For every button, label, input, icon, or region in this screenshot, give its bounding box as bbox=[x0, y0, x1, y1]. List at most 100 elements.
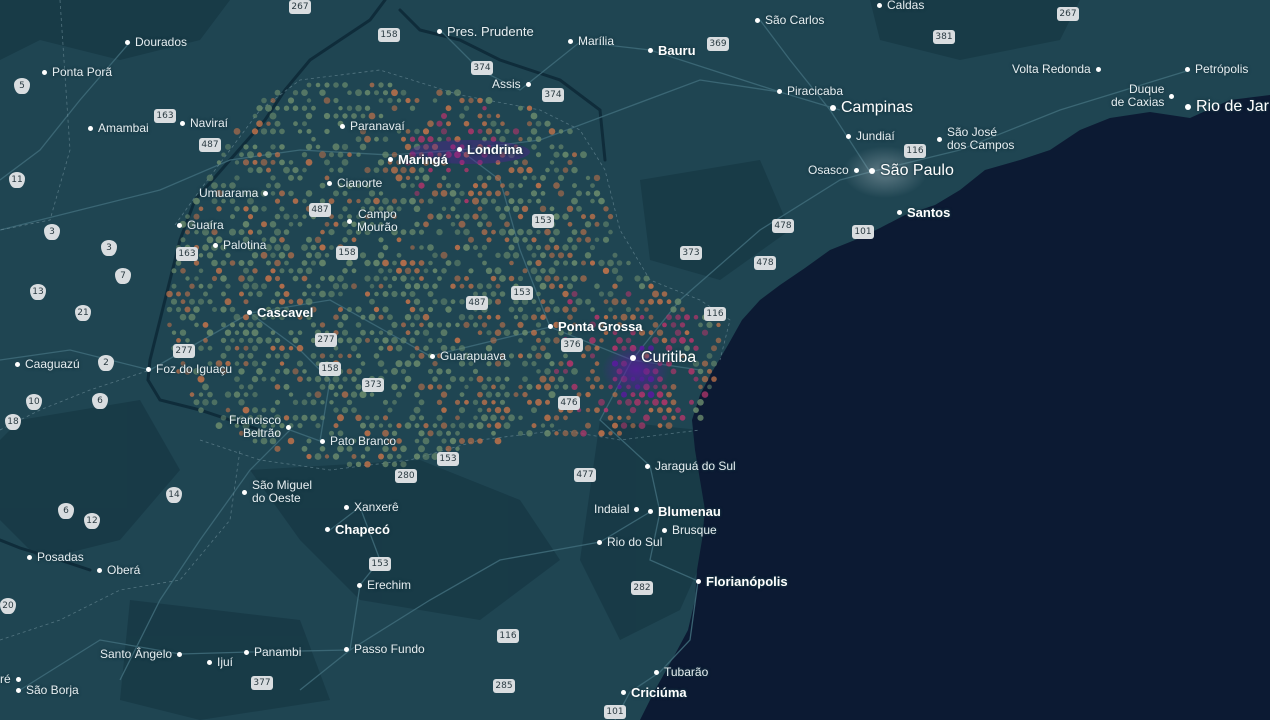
city-jundiai[interactable]: Jundiaí bbox=[846, 130, 895, 143]
state-highway-shield[interactable]: 12 bbox=[84, 513, 100, 529]
highway-shield[interactable]: 163 bbox=[154, 109, 176, 123]
city-obera[interactable]: Oberá bbox=[97, 564, 140, 577]
highway-shield[interactable]: 478 bbox=[772, 219, 794, 233]
highway-shield[interactable]: 282 bbox=[631, 581, 653, 595]
city-amambai[interactable]: Amambai bbox=[88, 122, 149, 135]
highway-shield[interactable]: 158 bbox=[319, 362, 341, 376]
city-bauru[interactable]: Bauru bbox=[648, 44, 696, 57]
state-highway-shield[interactable]: 3 bbox=[44, 224, 60, 240]
city-assis[interactable]: Assis bbox=[492, 78, 531, 91]
highway-shield[interactable]: 374 bbox=[471, 61, 493, 75]
highway-shield[interactable]: 267 bbox=[289, 0, 311, 14]
city-marilia[interactable]: Marília bbox=[568, 35, 614, 48]
highway-shield[interactable]: 158 bbox=[378, 28, 400, 42]
city-volta-redonda[interactable]: Volta Redonda bbox=[1012, 63, 1101, 76]
highway-shield[interactable]: 163 bbox=[176, 247, 198, 261]
state-highway-shield[interactable]: 21 bbox=[75, 305, 91, 321]
city-sao-miguel-do-oeste[interactable]: São Miguel do Oeste bbox=[242, 479, 312, 505]
city-caaguazu[interactable]: Caaguazú bbox=[15, 358, 80, 371]
city-umuarama[interactable]: Umuarama bbox=[199, 187, 269, 200]
city-sao-paulo[interactable]: São Paulo bbox=[869, 163, 954, 179]
highway-shield[interactable]: 374 bbox=[542, 88, 564, 102]
highway-shield[interactable]: 153 bbox=[532, 214, 554, 228]
city-osasco[interactable]: Osasco bbox=[808, 164, 859, 177]
city-duque-de-caxias[interactable]: Duque de Caxias bbox=[1111, 83, 1175, 109]
city-foz-do-iguacu[interactable]: Foz do Iguaçu bbox=[146, 363, 232, 376]
city-pato-branco[interactable]: Pato Branco bbox=[320, 435, 396, 448]
city-guarapuava[interactable]: Guarapuava bbox=[430, 350, 506, 363]
highway-shield[interactable]: 478 bbox=[754, 256, 776, 270]
highway-shield[interactable]: 267 bbox=[1057, 7, 1079, 21]
highway-shield[interactable]: 101 bbox=[852, 225, 874, 239]
highway-shield[interactable]: 487 bbox=[309, 203, 331, 217]
state-highway-shield[interactable]: 20 bbox=[0, 598, 16, 614]
city-santos[interactable]: Santos bbox=[897, 206, 950, 219]
highway-shield[interactable]: 377 bbox=[251, 676, 273, 690]
state-highway-shield[interactable]: 5 bbox=[14, 78, 30, 94]
city-cascavel[interactable]: Cascavel bbox=[247, 306, 313, 319]
highway-shield[interactable]: 101 bbox=[604, 705, 626, 719]
state-highway-shield[interactable]: 6 bbox=[58, 503, 74, 519]
city-indaial[interactable]: Indaial bbox=[594, 503, 640, 516]
city-campinas[interactable]: Campinas bbox=[830, 100, 913, 116]
city-ijui[interactable]: Ijuí bbox=[207, 656, 233, 669]
city-paranavai[interactable]: Paranavaí bbox=[340, 120, 405, 133]
highway-shield[interactable]: 158 bbox=[336, 246, 358, 260]
city-cianorte[interactable]: Cianorte bbox=[327, 177, 382, 190]
highway-shield[interactable]: 280 bbox=[395, 469, 417, 483]
highway-shield[interactable]: 153 bbox=[437, 452, 459, 466]
city-blumenau[interactable]: Blumenau bbox=[648, 505, 721, 518]
city-partial-left[interactable]: ré bbox=[0, 673, 21, 686]
city-panambi[interactable]: Panambi bbox=[244, 646, 301, 659]
city-tubarao[interactable]: Tubarão bbox=[654, 666, 708, 679]
state-highway-shield[interactable]: 14 bbox=[166, 487, 182, 503]
highway-shield[interactable]: 116 bbox=[704, 307, 726, 321]
highway-shield[interactable]: 153 bbox=[369, 557, 391, 571]
state-highway-shield[interactable]: 10 bbox=[26, 394, 42, 410]
city-passo-fundo[interactable]: Passo Fundo bbox=[344, 643, 425, 656]
city-erechim[interactable]: Erechim bbox=[357, 579, 411, 592]
highway-shield[interactable]: 476 bbox=[558, 396, 580, 410]
highway-shield[interactable]: 153 bbox=[511, 286, 533, 300]
highway-shield[interactable]: 373 bbox=[680, 246, 702, 260]
state-highway-shield[interactable]: 3 bbox=[101, 240, 117, 256]
city-ponta-pora[interactable]: Ponta Porã bbox=[42, 66, 112, 79]
highway-shield[interactable]: 285 bbox=[493, 679, 515, 693]
highway-shield[interactable]: 116 bbox=[904, 144, 926, 158]
city-santo-angelo[interactable]: Santo Ângelo bbox=[100, 648, 183, 661]
city-guaira[interactable]: Guaíra bbox=[177, 219, 224, 232]
city-campo-mourao[interactable]: Campo Mourão bbox=[347, 208, 398, 234]
city-francisco-beltrao[interactable]: Francisco Beltrão bbox=[229, 414, 292, 440]
highway-shield[interactable]: 487 bbox=[466, 296, 488, 310]
city-sao-carlos[interactable]: São Carlos bbox=[755, 14, 824, 27]
city-sao-borja[interactable]: São Borja bbox=[16, 684, 79, 697]
city-sao-jose-dos-campos[interactable]: São José dos Campos bbox=[937, 126, 1014, 152]
city-criciuma[interactable]: Criciúma bbox=[621, 686, 687, 699]
city-florianopolis[interactable]: Florianópolis bbox=[696, 575, 788, 588]
highway-shield[interactable]: 277 bbox=[315, 333, 337, 347]
state-highway-shield[interactable]: 11 bbox=[9, 172, 25, 188]
highway-shield[interactable]: 381 bbox=[933, 30, 955, 44]
city-pres-prudente[interactable]: Pres. Prudente bbox=[437, 25, 534, 38]
city-dourados[interactable]: Dourados bbox=[125, 36, 187, 49]
city-londrina[interactable]: Londrina bbox=[457, 143, 523, 156]
state-highway-shield[interactable]: 7 bbox=[115, 268, 131, 284]
highway-shield[interactable]: 376 bbox=[561, 338, 583, 352]
highway-shield[interactable]: 487 bbox=[199, 138, 221, 152]
city-jaragua-do-sul[interactable]: Jaraguá do Sul bbox=[645, 460, 736, 473]
city-caldas[interactable]: Caldas bbox=[877, 0, 924, 12]
highway-shield[interactable]: 369 bbox=[707, 37, 729, 51]
highway-shield[interactable]: 116 bbox=[497, 629, 519, 643]
city-petropolis[interactable]: Petrópolis bbox=[1185, 63, 1248, 76]
city-xanxere[interactable]: Xanxerê bbox=[344, 501, 399, 514]
city-rio-do-sul[interactable]: Rio do Sul bbox=[597, 536, 662, 549]
highway-shield[interactable]: 277 bbox=[173, 344, 195, 358]
state-highway-shield[interactable]: 13 bbox=[30, 284, 46, 300]
city-rio-de-janeiro[interactable]: Rio de Jar bbox=[1185, 99, 1269, 115]
highway-shield[interactable]: 373 bbox=[362, 378, 384, 392]
state-highway-shield[interactable]: 6 bbox=[92, 393, 108, 409]
city-navirai[interactable]: Naviraí bbox=[180, 117, 228, 130]
city-curitiba[interactable]: Curitiba bbox=[630, 350, 696, 366]
city-maringa[interactable]: Maringá bbox=[388, 153, 448, 166]
city-palotina[interactable]: Palotina bbox=[213, 239, 266, 252]
